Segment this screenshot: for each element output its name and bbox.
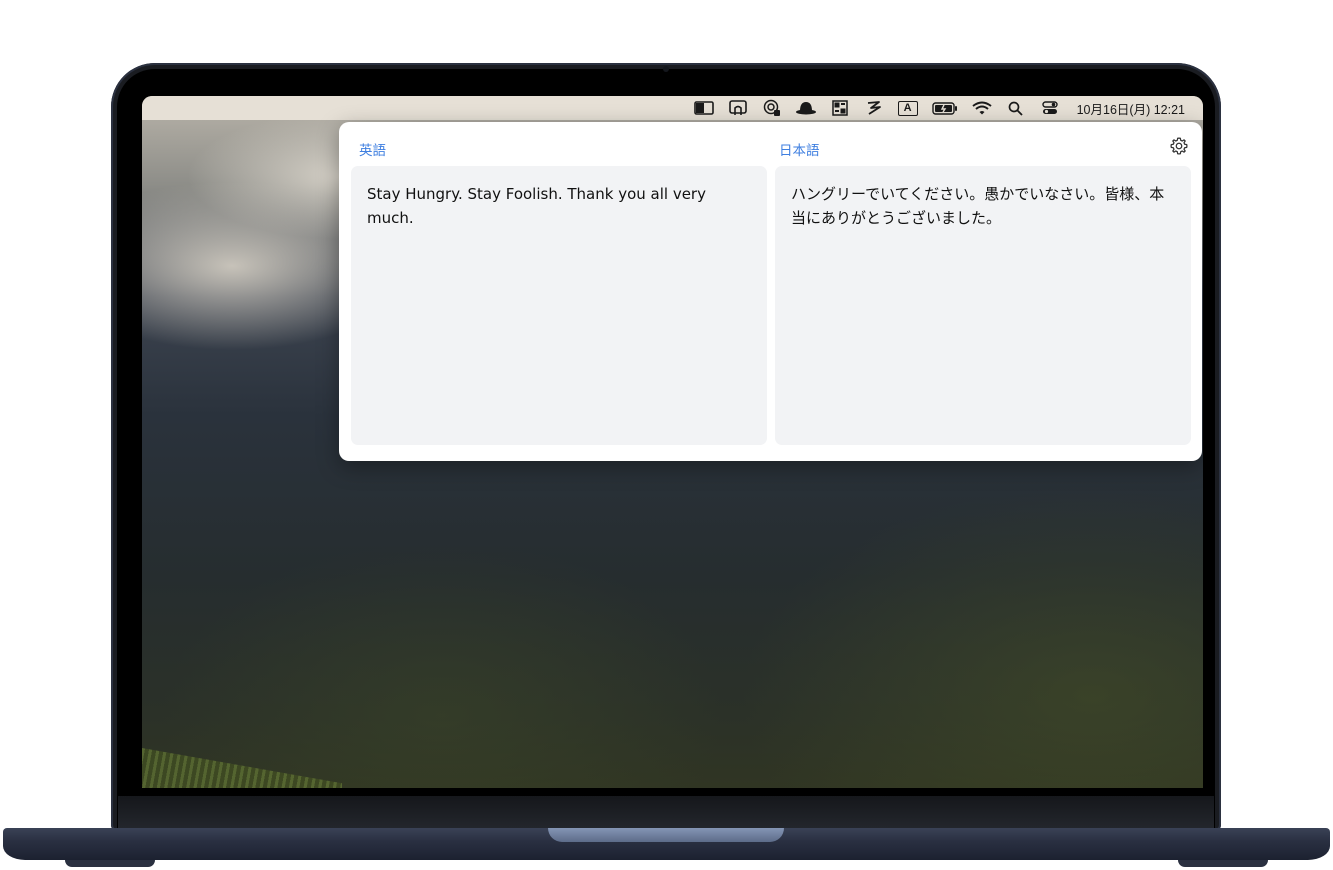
bowler-hat-icon[interactable] [789,96,823,120]
wallpaper-vineyard [142,748,342,788]
zap-icon[interactable] [857,96,891,120]
laptop-foot-right [1178,860,1268,867]
target-language-selector[interactable]: 日本語 [779,139,820,159]
gear-icon[interactable] [1168,135,1190,157]
lid-opening-notch [548,828,784,842]
spotlight-search-icon[interactable] [999,96,1033,120]
touch-icon[interactable] [755,96,789,120]
screen-bezel: A 10月16日(月) 12:21 英語 日本語 Stay Hungry. St… [117,69,1215,831]
cast-icon[interactable] [721,96,755,120]
wifi-icon[interactable] [965,96,999,120]
control-center-icon[interactable] [1033,96,1067,120]
menu-bar: A 10月16日(月) 12:21 [142,96,1203,120]
input-source-icon[interactable]: A [891,96,925,120]
source-language-selector[interactable]: 英語 [359,139,386,159]
battery-icon[interactable] [925,96,965,120]
laptop-hinge [118,796,1214,828]
menubar-clock[interactable]: 10月16日(月) 12:21 [1077,99,1185,118]
laptop-foot-left [65,860,155,867]
input-source-letter: A [897,100,918,116]
sidebar-icon[interactable] [687,96,721,120]
laptop-lid: A 10月16日(月) 12:21 英語 日本語 Stay Hungry. St… [111,63,1221,831]
camera [663,66,669,72]
source-text-area[interactable]: Stay Hungry. Stay Foolish. Thank you all… [351,166,767,445]
translation-popover: 英語 日本語 Stay Hungry. Stay Foolish. Thank … [339,122,1202,461]
grid-icon[interactable] [823,96,857,120]
translated-text-area[interactable]: ハングリーでいてください。愚かでいなさい。皆様、本当にありがとうございました。 [775,166,1191,445]
laptop-mockup: A 10月16日(月) 12:21 英語 日本語 Stay Hungry. St… [0,0,1333,870]
desktop-screen: A 10月16日(月) 12:21 英語 日本語 Stay Hungry. St… [142,96,1203,788]
